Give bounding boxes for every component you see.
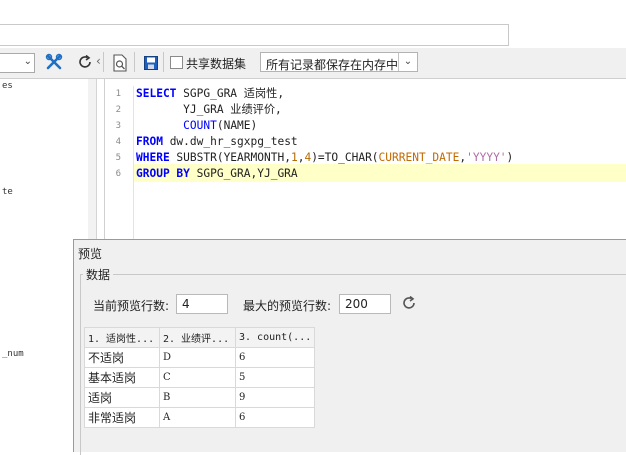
chevron-down-icon: ⌄: [23, 56, 32, 67]
code-token: GROUP BY: [136, 167, 190, 180]
toolbar-separator: [134, 52, 135, 72]
code-token: FROM: [136, 135, 163, 148]
code-line[interactable]: COUNT(NAME): [136, 118, 257, 134]
table-cell[interactable]: D: [159, 347, 236, 368]
code-token: dw.dw_hr_sgxpg_test: [162, 135, 298, 148]
code-token: SGPG_GRA,YJ_GRA: [189, 167, 298, 180]
left-tree-item[interactable]: _num: [2, 349, 24, 359]
code-line[interactable]: FROM dw.dw_hr_sgxpg_test: [136, 134, 298, 150]
toolbar-separator: [163, 52, 164, 72]
table-cell[interactable]: 基本适岗: [84, 367, 160, 388]
line-number: 2: [115, 105, 121, 115]
table-cell[interactable]: 5: [234, 367, 316, 388]
storage-mode-value: 所有记录都保存在内存中: [266, 58, 399, 72]
line-number: 3: [115, 121, 121, 131]
preview-document-icon[interactable]: [110, 53, 130, 73]
refresh-icon[interactable]: [75, 52, 95, 72]
chevron-left-icon[interactable]: ‹: [96, 54, 101, 68]
preview-table: 1. 适岗性... 2. 业绩评... 3. count(... 不适岗 D 6…: [84, 327, 316, 428]
column-header[interactable]: 1. 适岗性...: [84, 327, 160, 348]
left-scrollbar[interactable]: [88, 79, 96, 239]
max-rows-label: 最大的预览行数:: [243, 299, 332, 313]
current-rows-input[interactable]: 4: [176, 294, 228, 314]
storage-mode-select[interactable]: 所有记录都保存在内存中 ⌄: [260, 52, 418, 72]
code-line[interactable]: YJ_GRA 业绩评价,: [136, 102, 282, 118]
share-dataset-checkbox[interactable]: [170, 56, 183, 69]
code-token: COUNT: [183, 119, 217, 132]
code-token: ): [506, 151, 514, 164]
toolbar-separator: [103, 52, 104, 72]
data-group-label: 数据: [83, 266, 114, 283]
table-cell[interactable]: 适岗: [84, 387, 160, 408]
left-tree-item[interactable]: te: [2, 187, 13, 197]
share-dataset-label: 共享数据集: [186, 57, 247, 71]
table-cell[interactable]: 不适岗: [84, 347, 160, 368]
table-header-row: 1. 适岗性... 2. 业绩评... 3. count(...: [84, 327, 316, 348]
line-number: 6: [115, 169, 121, 179]
table-cell[interactable]: A: [159, 407, 236, 428]
table-cell[interactable]: 6: [234, 407, 316, 428]
table-cell[interactable]: 非常适岗: [84, 407, 160, 428]
code-token: YJ_GRA 业绩评价,: [136, 103, 282, 116]
table-row[interactable]: 基本适岗 C 5: [84, 367, 316, 388]
left-dropdown[interactable]: ⌄: [0, 53, 35, 73]
column-header[interactable]: 2. 业绩评...: [159, 327, 236, 348]
code-line[interactable]: SELECT SGPG_GRA 适岗性,: [136, 86, 284, 102]
code-line[interactable]: GROUP BY SGPG_GRA,YJ_GRA: [136, 166, 298, 182]
line-number: 4: [115, 137, 121, 147]
line-number-gutter: 1 2 3 4 5 6: [105, 86, 134, 239]
column-header[interactable]: 3. count(...: [234, 327, 316, 348]
table-cell[interactable]: 9: [234, 387, 316, 408]
table-row[interactable]: 非常适岗 A 6: [84, 407, 316, 428]
table-cell[interactable]: B: [159, 387, 236, 408]
code-token: SGPG_GRA 适岗性,: [176, 87, 285, 100]
tools-icon[interactable]: [44, 52, 64, 72]
preview-panel: 预览 数据 当前预览行数: 4 最大的预览行数: 200 1. 适岗性... 2…: [73, 239, 626, 455]
table-row[interactable]: 适岗 B 9: [84, 387, 316, 408]
refresh-icon[interactable]: [400, 295, 418, 313]
code-token: SUBSTR(YEARMONTH,: [169, 151, 291, 164]
code-token: WHERE: [136, 151, 170, 164]
chevron-down-icon: ⌄: [398, 53, 417, 71]
table-row[interactable]: 不适岗 D 6: [84, 347, 316, 368]
line-number: 1: [115, 89, 121, 99]
max-rows-input[interactable]: 200: [339, 294, 391, 314]
table-cell[interactable]: C: [159, 367, 236, 388]
table-cell[interactable]: 6: [234, 347, 316, 368]
top-input-field[interactable]: [0, 24, 509, 46]
code-token: 1: [290, 151, 298, 164]
code-token: 'YYYY': [466, 151, 507, 164]
left-tree-item[interactable]: es: [2, 81, 13, 91]
code-line[interactable]: WHERE SUBSTR(YEARMONTH,1,4)=TO_CHAR(CURR…: [136, 150, 513, 166]
save-icon[interactable]: [141, 53, 161, 73]
preview-title: 预览: [78, 247, 103, 261]
code-token: SELECT: [136, 87, 177, 100]
line-number: 5: [115, 153, 121, 163]
code-token: )=TO_CHAR(: [311, 151, 379, 164]
code-token: CURRENT_DATE: [378, 151, 460, 164]
code-token: (NAME): [216, 119, 258, 132]
current-rows-label: 当前预览行数:: [93, 299, 170, 313]
